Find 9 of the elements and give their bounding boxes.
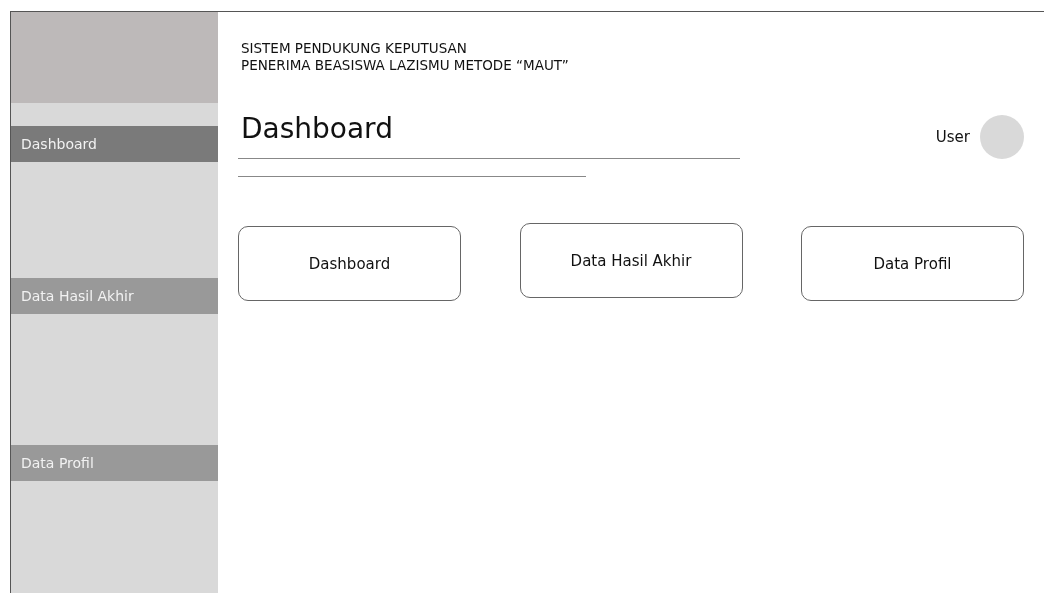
avatar[interactable] [980,115,1024,159]
menu-card[interactable]: Data Profil [801,226,1024,301]
menu-card[interactable]: Dashboard [238,226,461,301]
page-heading: Dashboard [241,112,394,146]
sidebar-item[interactable]: Dashboard [11,126,218,162]
menu-card[interactable]: Data Hasil Akhir [519,223,743,298]
user-name: User [935,128,970,146]
app-title: PENERIMA BEASISWA LAZISMU METODE “MAUT” [241,57,570,74]
app-title: SISTEM PENDUKUNG KEPUTUSAN [241,40,468,57]
